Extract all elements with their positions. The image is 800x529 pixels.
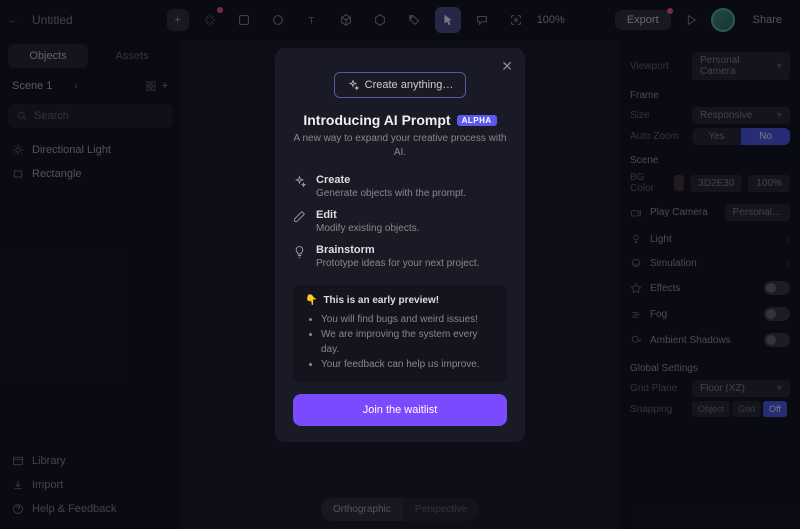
pencil-icon — [293, 210, 306, 223]
modal-overlay: ✕ Create anything… Introducing AI Prompt… — [0, 0, 800, 529]
feature-edit: EditModify existing objects. — [293, 209, 507, 234]
sparkle-icon — [293, 175, 306, 188]
create-anything-pill[interactable]: Create anything… — [334, 72, 467, 98]
modal-subtitle: A new way to expand your creative proces… — [293, 132, 507, 160]
bulb-icon — [293, 245, 306, 258]
feature-brainstorm: BrainstormPrototype ideas for your next … — [293, 244, 507, 269]
ai-prompt-modal: ✕ Create anything… Introducing AI Prompt… — [275, 48, 525, 442]
early-preview-box: 👇This is an early preview! You will find… — [293, 285, 507, 382]
close-icon[interactable]: ✕ — [501, 58, 513, 75]
feature-create: CreateGenerate objects with the prompt. — [293, 174, 507, 199]
join-waitlist-button[interactable]: Join the waitlist — [293, 394, 507, 426]
pointing-icon: 👇 — [305, 295, 317, 306]
alpha-badge: ALPHA — [457, 115, 497, 126]
sparkle-icon — [347, 79, 359, 91]
modal-title: Introducing AI Prompt ALPHA — [303, 112, 496, 128]
